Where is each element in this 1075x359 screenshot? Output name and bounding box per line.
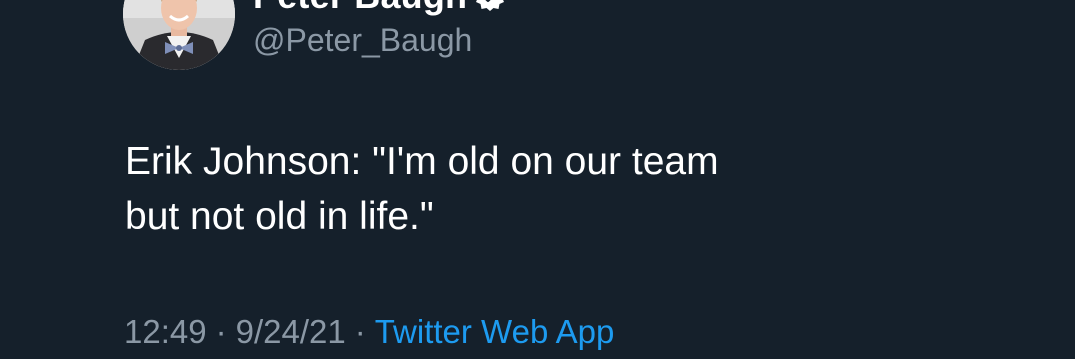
tweet-text: Erik Johnson: "I'm old on our team but n… (125, 134, 985, 244)
tweet-source-link[interactable]: Twitter Web App (375, 313, 615, 350)
tweet-card: Peter Baugh @Peter_Baugh Erik Johnson: "… (0, 0, 1075, 359)
avatar-photo (123, 0, 235, 70)
meta-separator: · (215, 313, 227, 350)
author-handle[interactable]: @Peter_Baugh (253, 20, 472, 60)
author-display-name[interactable]: Peter Baugh (253, 0, 467, 17)
avatar[interactable] (123, 0, 235, 70)
author-name-row: Peter Baugh (253, 0, 505, 18)
tweet-date[interactable]: 9/24/21 (236, 313, 346, 350)
verified-badge-icon (475, 0, 505, 11)
meta-separator: · (354, 313, 366, 350)
tweet-meta: 12:49 · 9/24/21 · Twitter Web App (124, 310, 614, 354)
tweet-text-line: but not old in life." (125, 195, 434, 238)
tweet-text-line: Erik Johnson: "I'm old on our team (125, 140, 719, 183)
tweet-time[interactable]: 12:49 (124, 313, 207, 350)
